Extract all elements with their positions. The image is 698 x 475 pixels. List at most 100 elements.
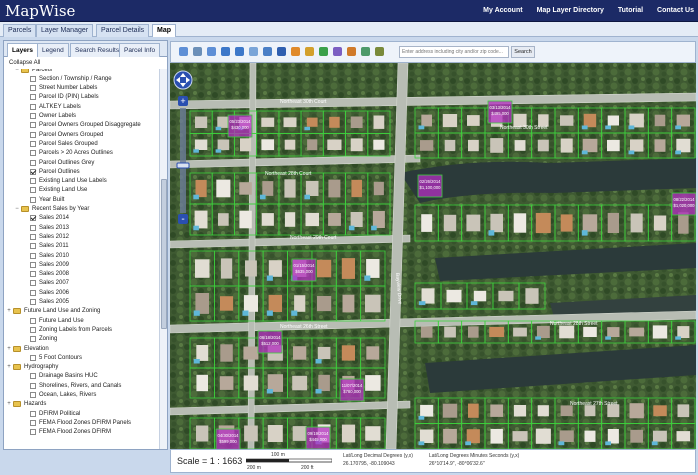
forward-arrow-icon[interactable] xyxy=(235,47,244,56)
sale-parcel[interactable]: 02/26/2014$1,100,000 xyxy=(417,174,443,198)
layer-checkbox[interactable] xyxy=(30,382,36,389)
sale-parcel[interactable]: 01/15/2014$635,000 xyxy=(291,258,317,282)
layer-item[interactable]: Owner Labels xyxy=(30,112,76,121)
expand-toggle-icon[interactable]: + xyxy=(6,346,12,352)
map-view[interactable]: + - Northeast 30th Court Northeast 30th … xyxy=(170,63,696,449)
nav-tutorial[interactable]: Tutorial xyxy=(618,6,643,16)
nav-contact-us[interactable]: Contact Us xyxy=(657,6,694,16)
layer-item[interactable]: Zoning Labels from Parcels xyxy=(30,325,112,334)
address-search-input[interactable] xyxy=(399,46,509,58)
nav-map-layer-directory[interactable]: Map Layer Directory xyxy=(537,6,604,16)
layer-checkbox[interactable] xyxy=(30,103,36,110)
expand-toggle-icon[interactable]: − xyxy=(14,69,20,73)
expand-toggle-icon[interactable]: − xyxy=(14,206,20,212)
layer-checkbox[interactable] xyxy=(30,419,36,426)
nav-my-account[interactable]: My Account xyxy=(483,6,522,16)
layer-checkbox[interactable] xyxy=(30,317,36,324)
layer-checkbox[interactable] xyxy=(30,150,36,157)
expand-toggle-icon[interactable]: + xyxy=(6,401,12,407)
layer-group[interactable]: − Recent Sales by Year xyxy=(14,205,89,214)
sale-parcel[interactable]: 11/07/2014$780,000 xyxy=(339,378,365,402)
layer-group[interactable]: + Elevation xyxy=(6,344,49,353)
layer-checkbox[interactable] xyxy=(30,336,36,343)
sale-parcel[interactable]: 06/18/2014$512,000 xyxy=(257,330,283,354)
layer-item[interactable]: Sales 2013 xyxy=(30,223,69,232)
layer-item[interactable]: DFIRM Political xyxy=(30,409,80,418)
layer-item[interactable]: Sales 2008 xyxy=(30,270,69,279)
layer-checkbox[interactable] xyxy=(30,215,36,222)
layer-checkbox[interactable] xyxy=(30,224,36,231)
layer-item[interactable]: Parcel ID (PIN) Labels xyxy=(30,93,99,102)
zoom-slider-thumb[interactable] xyxy=(176,162,190,169)
identify-tool-icon[interactable] xyxy=(263,47,272,56)
layer-checkbox[interactable] xyxy=(30,94,36,101)
layer-checkbox[interactable] xyxy=(30,271,36,278)
layer-checkbox[interactable] xyxy=(30,289,36,296)
tab-layers[interactable]: Layers xyxy=(7,43,38,57)
layer-tree-scrollbar[interactable] xyxy=(159,69,167,449)
layer-item[interactable]: Drainage Basins HUC xyxy=(30,372,98,381)
tab-legend[interactable]: Legend xyxy=(37,43,69,57)
app-logo[interactable]: MapWise xyxy=(5,2,75,20)
layer-group[interactable]: + Hazards xyxy=(6,400,46,409)
expand-toggle-icon[interactable]: + xyxy=(6,364,12,370)
layer-item[interactable]: Sales 2005 xyxy=(30,298,69,307)
aerial-photo-icon[interactable] xyxy=(375,47,384,56)
layer-item[interactable]: Existing Land Use Labels xyxy=(30,177,107,186)
tab-layer-manager[interactable]: Layer Manager xyxy=(36,24,94,37)
tab-map[interactable]: Map xyxy=(152,24,176,37)
sale-parcel[interactable]: 05/23/2014$430,000 xyxy=(227,114,253,138)
layer-item[interactable]: Sales 2011 xyxy=(30,242,69,251)
full-extent-icon[interactable] xyxy=(249,47,258,56)
layer-group[interactable]: − Parcels xyxy=(14,69,52,74)
layer-checkbox[interactable] xyxy=(30,326,36,333)
draw-tool-icon[interactable] xyxy=(333,47,342,56)
tab-parcel-details[interactable]: Parcel Details xyxy=(96,24,150,37)
layer-checkbox[interactable] xyxy=(30,243,36,250)
layer-group[interactable]: + Hydrography xyxy=(6,363,58,372)
sale-parcel[interactable]: 09/19/2014$445,000 xyxy=(305,426,331,449)
layer-checkbox[interactable] xyxy=(30,168,36,175)
layer-item[interactable]: Future Land Use xyxy=(30,316,84,325)
layer-checkbox[interactable] xyxy=(30,131,36,138)
layer-checkbox[interactable] xyxy=(30,140,36,147)
zoom-out-tool-icon[interactable] xyxy=(207,47,216,56)
layer-item[interactable]: FEMA Flood Zones DFIRM xyxy=(30,428,111,437)
layer-item[interactable]: Parcel Outlines Grey xyxy=(30,158,94,167)
markup-tool-icon[interactable] xyxy=(319,47,328,56)
layer-checkbox[interactable] xyxy=(30,122,36,129)
pan-tool-icon[interactable] xyxy=(193,47,202,56)
sale-parcel[interactable]: 04/30/2014$599,000 xyxy=(215,428,241,449)
layer-checkbox[interactable] xyxy=(30,410,36,417)
layer-checkbox[interactable] xyxy=(30,354,36,361)
tab-search-results[interactable]: Search Results xyxy=(70,43,125,57)
sale-parcel[interactable]: 03/13/2014$495,000 xyxy=(487,100,513,124)
layer-item[interactable]: FEMA Flood Zones DFIRM Panels xyxy=(30,418,131,427)
layer-item[interactable]: ALTKEY Labels xyxy=(30,102,81,111)
layer-item[interactable]: Parcel Sales Grouped xyxy=(30,139,98,148)
layer-item[interactable]: Parcels > 20 Acres Outlines xyxy=(30,149,113,158)
buffer-tool-icon[interactable] xyxy=(305,47,314,56)
tab-parcels[interactable]: Parcels xyxy=(3,24,37,37)
layer-item[interactable]: 5 Foot Contours xyxy=(30,353,82,362)
layer-checkbox[interactable] xyxy=(30,159,36,166)
layer-group[interactable]: + Future Land Use and Zoning xyxy=(6,307,100,316)
layer-item[interactable]: Sales 2006 xyxy=(30,288,69,297)
layer-checkbox[interactable] xyxy=(30,261,36,268)
zoom-in-tool-icon[interactable] xyxy=(179,47,188,56)
layer-checkbox[interactable] xyxy=(30,392,36,398)
layer-checkbox[interactable] xyxy=(30,196,36,203)
zoom-slider-track[interactable] xyxy=(180,108,186,213)
layer-item[interactable]: Sales 2010 xyxy=(30,251,69,260)
layer-item[interactable]: Sales 2007 xyxy=(30,279,69,288)
measure-tool-icon[interactable] xyxy=(291,47,300,56)
layer-checkbox[interactable] xyxy=(30,252,36,259)
layer-checkbox[interactable] xyxy=(30,233,36,240)
layer-item[interactable]: Sales 2012 xyxy=(30,232,69,241)
expand-toggle-icon[interactable]: + xyxy=(6,308,12,314)
layer-checkbox[interactable] xyxy=(30,373,36,380)
layer-item[interactable]: Shorelines, Rivers, and Canals xyxy=(30,381,121,390)
layer-item[interactable]: Year Built xyxy=(30,195,64,204)
layer-checkbox[interactable] xyxy=(30,113,36,119)
layer-checkbox[interactable] xyxy=(30,85,36,92)
